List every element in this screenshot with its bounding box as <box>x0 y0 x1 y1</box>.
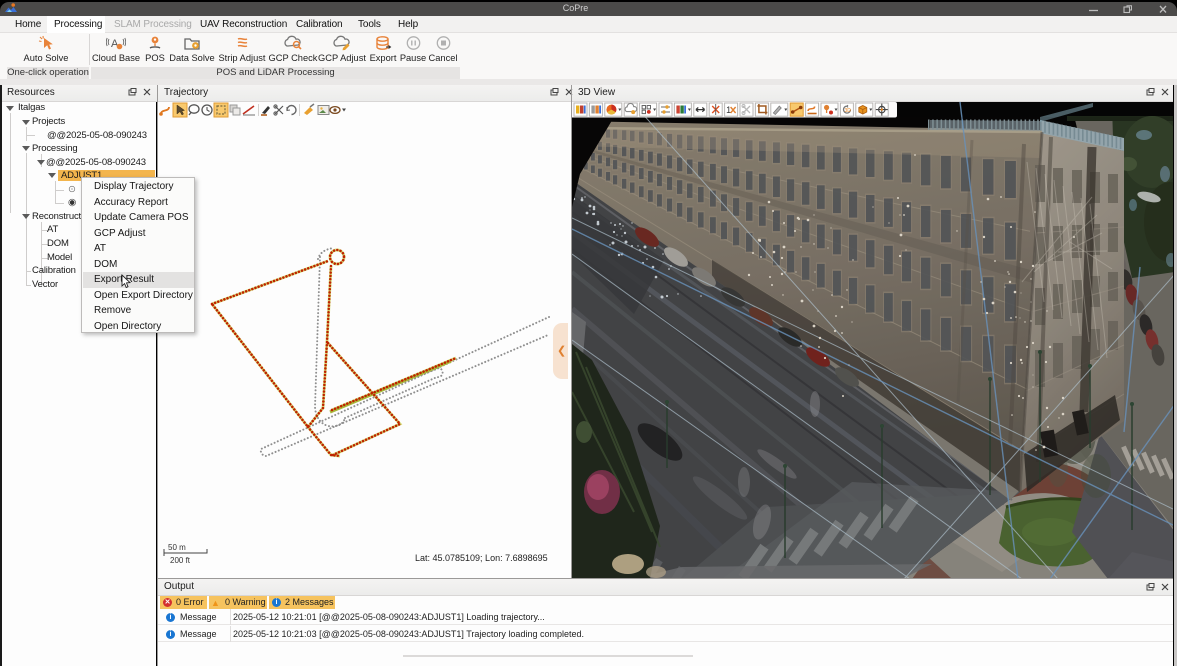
svg-text:50 m: 50 m <box>168 543 186 552</box>
svg-text:1: 1 <box>726 105 731 115</box>
svg-text:Lat: 45.0785109; Lon: 7.689869: Lat: 45.0785109; Lon: 7.6898695 <box>415 553 548 563</box>
svg-text:3D: 3D <box>845 108 852 114</box>
svg-text:200 ft: 200 ft <box>170 556 191 565</box>
